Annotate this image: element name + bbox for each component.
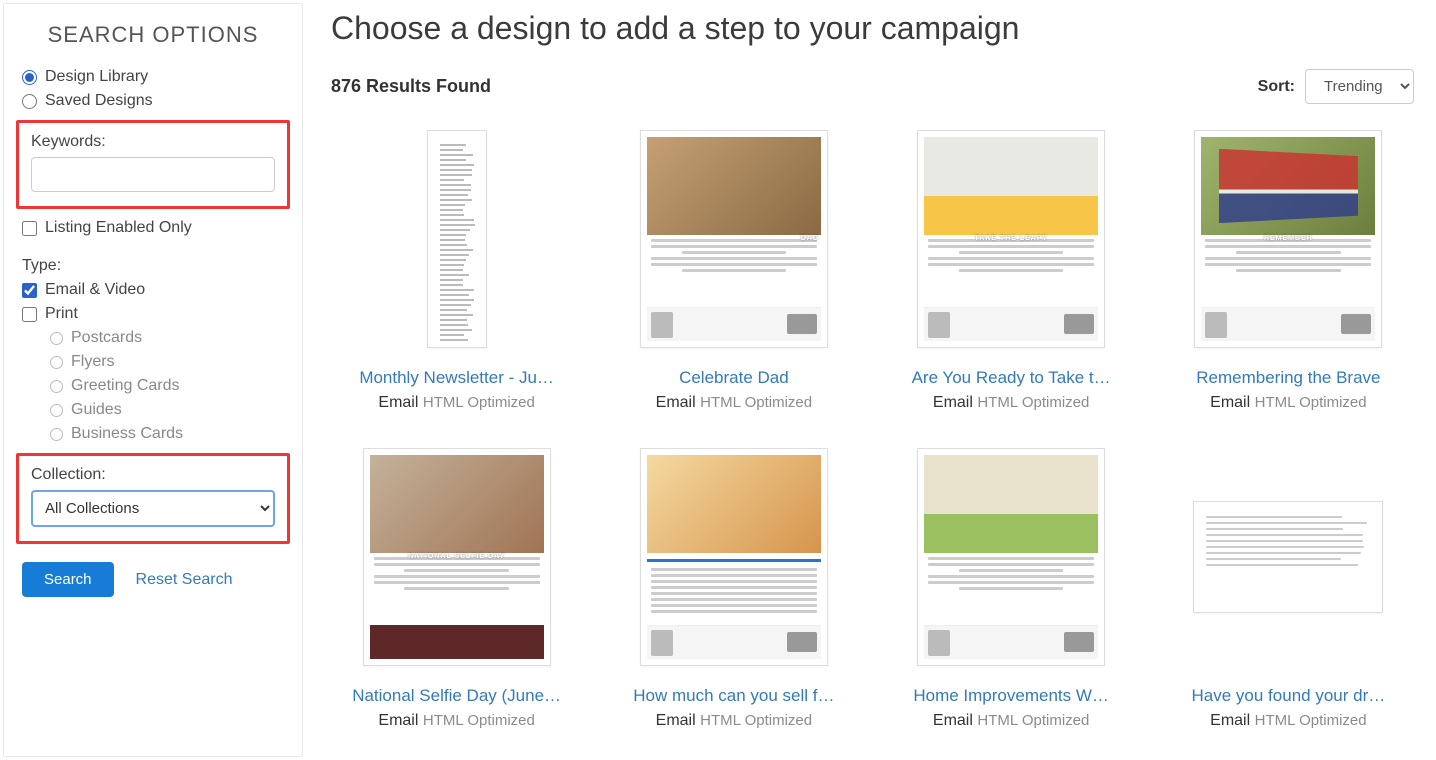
design-title[interactable]: Home Improvements W… xyxy=(891,686,1131,706)
collection-highlight-box: Collection: All Collections xyxy=(16,453,290,544)
design-title[interactable]: Monthly Newsletter - Ju… xyxy=(337,368,577,388)
print-subtypes: Postcards Flyers Greeting Cards Guides B… xyxy=(50,329,284,443)
results-bar: 876 Results Found Sort: Trending xyxy=(331,69,1414,104)
design-thumbnail[interactable]: DAD xyxy=(634,124,834,354)
design-subtype: Email HTML Optimized xyxy=(608,712,859,730)
design-subtype-label: HTML Optimized xyxy=(700,394,812,411)
print-business-cards-checkbox[interactable]: Business Cards xyxy=(50,425,284,443)
type-email-video-input[interactable] xyxy=(22,283,37,298)
design-card[interactable]: REMEMBER Remembering the Brave Email HTM… xyxy=(1163,124,1414,412)
design-thumbnail[interactable]: TAKE THE LEAP? xyxy=(911,124,1111,354)
design-thumbnail[interactable] xyxy=(911,442,1111,672)
design-subtype-label: HTML Optimized xyxy=(977,712,1089,729)
sort-select[interactable]: Trending xyxy=(1305,69,1414,104)
design-subtype-label: HTML Optimized xyxy=(700,712,812,729)
search-options-panel: SEARCH OPTIONS Design Library Saved Desi… xyxy=(3,3,303,757)
listing-enabled-input[interactable] xyxy=(22,221,37,236)
design-card[interactable]: Have you found your dr… Email HTML Optim… xyxy=(1163,442,1414,730)
design-library-label: Design Library xyxy=(45,68,148,86)
listing-enabled-label: Listing Enabled Only xyxy=(45,219,192,237)
reset-search-button[interactable]: Reset Search xyxy=(136,571,233,589)
print-guides-checkbox[interactable]: Guides xyxy=(50,401,284,419)
keywords-label: Keywords: xyxy=(31,133,275,151)
print-guides-label: Guides xyxy=(71,401,122,419)
design-thumbnail[interactable]: NATIONAL SELFIE DAY xyxy=(357,442,557,672)
sort-label: Sort: xyxy=(1258,78,1295,96)
print-greeting-cards-checkbox[interactable]: Greeting Cards xyxy=(50,377,284,395)
disabled-radio-icon xyxy=(50,356,63,369)
design-subtype-label: HTML Optimized xyxy=(977,394,1089,411)
design-subtype: Email HTML Optimized xyxy=(608,394,859,412)
type-email-video-label: Email & Video xyxy=(45,281,145,299)
design-title[interactable]: Are You Ready to Take t… xyxy=(891,368,1131,388)
design-card[interactable]: TAKE THE LEAP? Are You Ready to Take t… … xyxy=(886,124,1137,412)
keywords-highlight-box: Keywords: xyxy=(16,120,290,209)
design-card[interactable]: NATIONAL SELFIE DAY National Selfie Day … xyxy=(331,442,582,730)
type-print-checkbox[interactable]: Print xyxy=(22,305,284,323)
design-subtype: Email HTML Optimized xyxy=(1163,394,1414,412)
print-business-cards-label: Business Cards xyxy=(71,425,183,443)
print-flyers-label: Flyers xyxy=(71,353,115,371)
design-medium: Email xyxy=(933,394,973,411)
design-title[interactable]: National Selfie Day (June… xyxy=(337,686,577,706)
design-subtype: Email HTML Optimized xyxy=(886,394,1137,412)
source-saved-designs-radio[interactable]: Saved Designs xyxy=(22,92,284,110)
design-medium: Email xyxy=(656,712,696,729)
print-greeting-cards-label: Greeting Cards xyxy=(71,377,180,395)
sidebar-title: SEARCH OPTIONS xyxy=(22,22,284,48)
design-title[interactable]: Remembering the Brave xyxy=(1168,368,1408,388)
collection-label: Collection: xyxy=(31,466,275,484)
disabled-radio-icon xyxy=(50,428,63,441)
print-postcards-label: Postcards xyxy=(71,329,142,347)
type-print-label: Print xyxy=(45,305,78,323)
design-medium: Email xyxy=(378,394,418,411)
design-thumbnail[interactable] xyxy=(357,124,557,354)
design-thumbnail[interactable] xyxy=(634,442,834,672)
search-button[interactable]: Search xyxy=(22,562,114,597)
design-card[interactable]: How much can you sell f… Email HTML Opti… xyxy=(608,442,859,730)
listing-enabled-checkbox[interactable]: Listing Enabled Only xyxy=(22,219,284,237)
saved-designs-label: Saved Designs xyxy=(45,92,153,110)
design-medium: Email xyxy=(933,712,973,729)
design-subtype: Email HTML Optimized xyxy=(331,394,582,412)
design-subtype-label: HTML Optimized xyxy=(423,394,535,411)
design-medium: Email xyxy=(1210,394,1250,411)
design-card[interactable]: Monthly Newsletter - Ju… Email HTML Opti… xyxy=(331,124,582,412)
collection-select[interactable]: All Collections xyxy=(31,490,275,527)
design-grid: Monthly Newsletter - Ju… Email HTML Opti… xyxy=(331,124,1414,730)
type-label: Type: xyxy=(22,257,284,275)
design-subtype: Email HTML Optimized xyxy=(1163,712,1414,730)
design-subtype-label: HTML Optimized xyxy=(1255,394,1367,411)
design-subtype-label: HTML Optimized xyxy=(1255,712,1367,729)
print-flyers-checkbox[interactable]: Flyers xyxy=(50,353,284,371)
design-subtype-label: HTML Optimized xyxy=(423,712,535,729)
design-thumbnail[interactable] xyxy=(1188,442,1388,672)
design-title[interactable]: Celebrate Dad xyxy=(614,368,854,388)
design-subtype: Email HTML Optimized xyxy=(331,712,582,730)
disabled-radio-icon xyxy=(50,380,63,393)
type-email-video-checkbox[interactable]: Email & Video xyxy=(22,281,284,299)
saved-designs-input[interactable] xyxy=(22,94,37,109)
design-card[interactable]: Home Improvements W… Email HTML Optimize… xyxy=(886,442,1137,730)
design-library-input[interactable] xyxy=(22,70,37,85)
print-postcards-checkbox[interactable]: Postcards xyxy=(50,329,284,347)
disabled-radio-icon xyxy=(50,404,63,417)
sort-control: Sort: Trending xyxy=(1258,69,1414,104)
design-medium: Email xyxy=(378,712,418,729)
design-thumbnail[interactable]: REMEMBER xyxy=(1188,124,1388,354)
disabled-radio-icon xyxy=(50,332,63,345)
keywords-input[interactable] xyxy=(31,157,275,192)
results-count: 876 Results Found xyxy=(331,76,491,97)
design-subtype: Email HTML Optimized xyxy=(886,712,1137,730)
source-design-library-radio[interactable]: Design Library xyxy=(22,68,284,86)
design-title[interactable]: How much can you sell f… xyxy=(614,686,854,706)
design-title[interactable]: Have you found your dr… xyxy=(1168,686,1408,706)
design-card[interactable]: DAD Celebrate Dad Email HTML Optimized xyxy=(608,124,859,412)
main-content: Choose a design to add a step to your ca… xyxy=(309,0,1436,760)
page-title: Choose a design to add a step to your ca… xyxy=(331,10,1414,47)
design-medium: Email xyxy=(1210,712,1250,729)
type-print-input[interactable] xyxy=(22,307,37,322)
design-medium: Email xyxy=(656,394,696,411)
